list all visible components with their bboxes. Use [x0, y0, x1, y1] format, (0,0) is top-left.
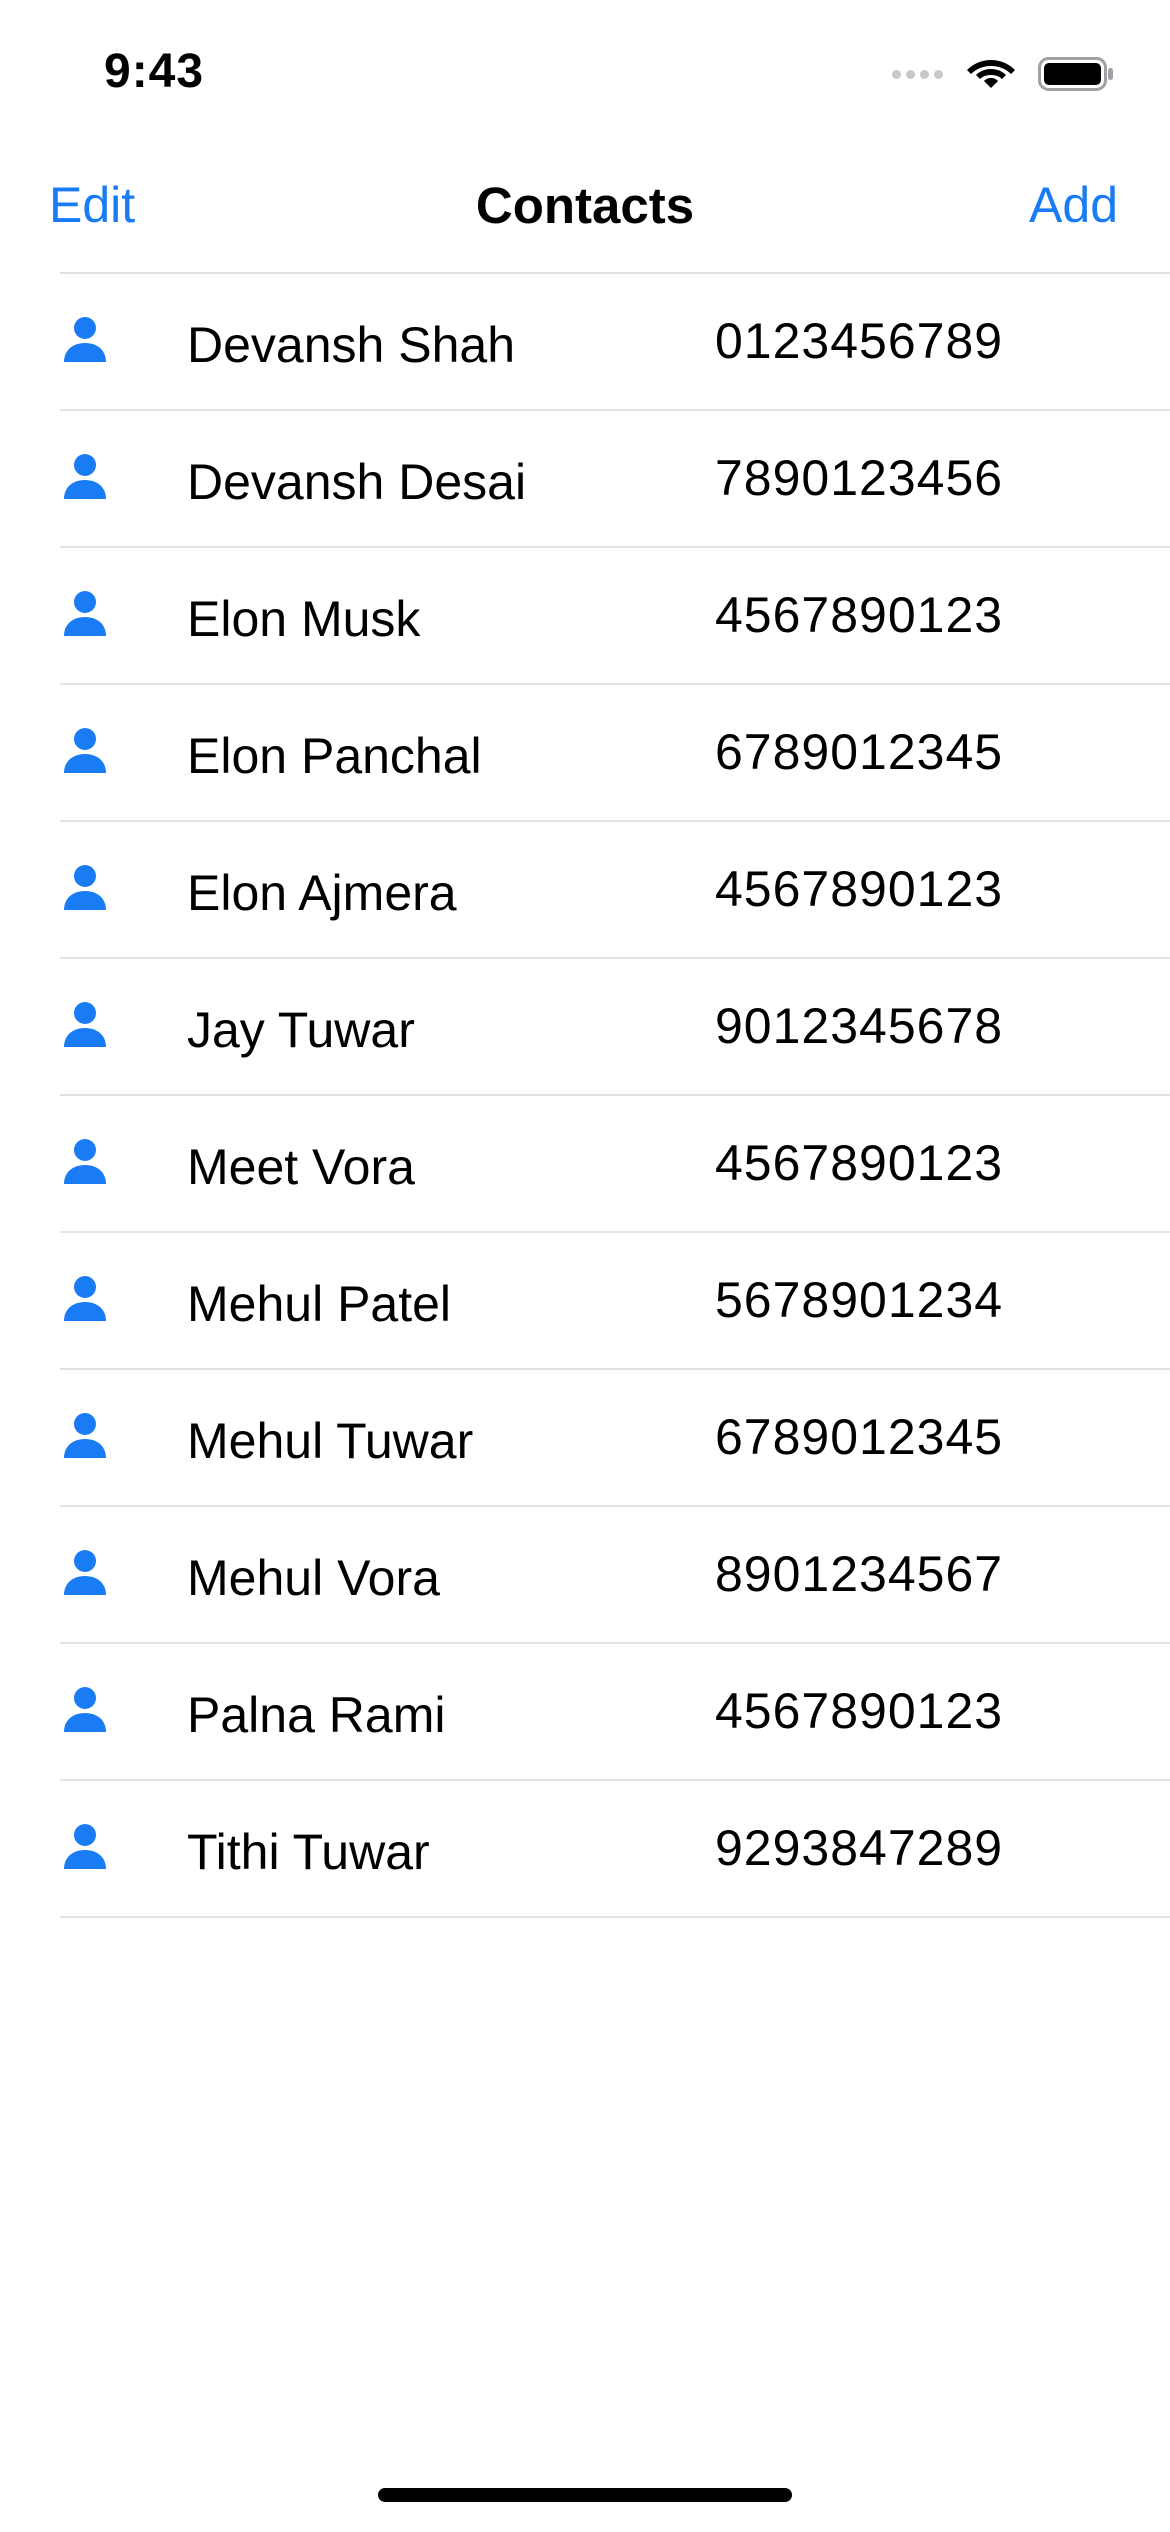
person-fill-icon — [64, 1138, 106, 1186]
wifi-icon — [966, 54, 1016, 95]
contact-phone: 4567890123 — [715, 587, 1004, 643]
contact-name: Meet Vora — [187, 1139, 415, 1195]
contact-row[interactable]: Elon Panchal 6789012345 — [60, 685, 1170, 822]
contact-phone: 0123456789 — [715, 313, 1004, 369]
add-contact-button[interactable]: Add — [1029, 176, 1118, 234]
home-indicator[interactable] — [378, 2488, 792, 2502]
contact-name: Elon Panchal — [187, 728, 482, 784]
contact-row[interactable]: Meet Vora 4567890123 — [60, 1096, 1170, 1233]
battery-icon — [1038, 56, 1114, 92]
contact-phone: 9012345678 — [715, 998, 1004, 1054]
contact-row[interactable]: Tithi Tuwar 9293847289 — [60, 1781, 1170, 1918]
person-fill-icon — [64, 453, 106, 501]
cellular-signal-icon — [892, 69, 948, 79]
person-fill-icon — [64, 1823, 106, 1871]
contact-name: Mehul Tuwar — [187, 1413, 474, 1469]
contact-name: Elon Musk — [187, 591, 421, 647]
contact-row[interactable]: Mehul Tuwar 6789012345 — [60, 1370, 1170, 1507]
contact-row[interactable]: Devansh Shah 0123456789 — [60, 274, 1170, 411]
contact-phone: 5678901234 — [715, 1272, 1004, 1328]
contact-name: Elon Ajmera — [187, 865, 457, 921]
person-fill-icon — [64, 316, 106, 364]
status-time: 9:43 — [104, 45, 205, 98]
contact-name: Devansh Shah — [187, 317, 516, 373]
contact-phone: 4567890123 — [715, 1683, 1004, 1739]
contact-row[interactable]: Mehul Patel 5678901234 — [60, 1233, 1170, 1370]
contact-phone: 4567890123 — [715, 861, 1004, 917]
contact-name: Tithi Tuwar — [187, 1824, 430, 1880]
person-fill-icon — [64, 1686, 106, 1734]
status-icons — [892, 52, 1114, 96]
contact-name: Mehul Patel — [187, 1276, 452, 1332]
contact-row[interactable]: Elon Musk 4567890123 — [60, 548, 1170, 685]
contact-name: Palna Rami — [187, 1687, 446, 1743]
page-title: Contacts — [475, 177, 695, 234]
person-fill-icon — [64, 1275, 106, 1323]
contact-name: Devansh Desai — [187, 454, 527, 510]
person-fill-icon — [64, 1549, 106, 1597]
contact-row[interactable]: Mehul Vora 8901234567 — [60, 1507, 1170, 1644]
contact-phone: 8901234567 — [715, 1546, 1004, 1602]
contact-row[interactable]: Palna Rami 4567890123 — [60, 1644, 1170, 1781]
person-fill-icon — [64, 590, 106, 638]
status-bar: 9:43 — [0, 0, 1170, 150]
contact-row[interactable]: Jay Tuwar 9012345678 — [60, 959, 1170, 1096]
contact-phone: 6789012345 — [715, 724, 1004, 780]
person-fill-icon — [64, 1412, 106, 1460]
contact-name: Jay Tuwar — [187, 1002, 415, 1058]
contact-phone: 7890123456 — [715, 450, 1004, 506]
contact-phone: 4567890123 — [715, 1135, 1004, 1191]
person-fill-icon — [64, 727, 106, 775]
contact-row[interactable]: Devansh Desai 7890123456 — [60, 411, 1170, 548]
contact-row[interactable]: Elon Ajmera 4567890123 — [60, 822, 1170, 959]
contacts-list: Devansh Shah 0123456789 Devansh Desai 78… — [60, 272, 1170, 1918]
edit-button[interactable]: Edit — [49, 176, 135, 234]
screen: 9:43 Edit Contacts Add Devansh Shah 0123… — [0, 0, 1170, 2532]
contact-phone: 6789012345 — [715, 1409, 1004, 1465]
person-fill-icon — [64, 864, 106, 912]
contact-phone: 9293847289 — [715, 1820, 1004, 1876]
contact-name: Mehul Vora — [187, 1550, 440, 1606]
navigation-bar: Edit Contacts Add — [0, 150, 1170, 273]
person-fill-icon — [64, 1001, 106, 1049]
